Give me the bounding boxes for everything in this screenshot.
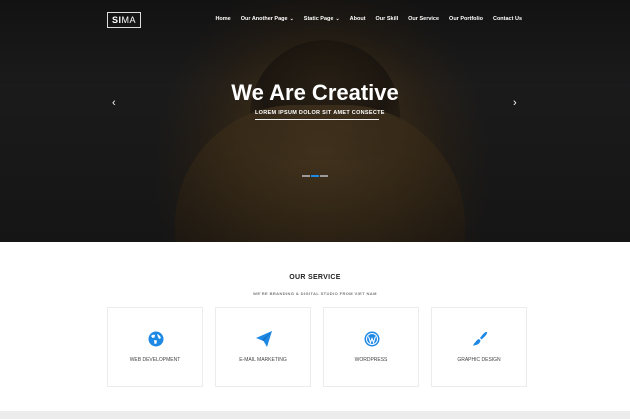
- service-label: WORDPRESS: [354, 357, 388, 363]
- service-label: WEB DEVELOPMENT: [129, 357, 181, 363]
- chevron-down-icon: ⌄: [289, 16, 294, 22]
- nav-item-our-service[interactable]: Our Service: [408, 16, 439, 22]
- site-logo[interactable]: SIMA: [107, 12, 142, 28]
- globe-icon: [148, 331, 164, 347]
- nav-item-our-portfolio[interactable]: Our Portfolio: [449, 16, 483, 22]
- nav-item-home[interactable]: Home: [215, 16, 230, 22]
- service-card-web-development[interactable]: WEB DEVELOPMENT: [107, 307, 203, 387]
- nav-item-our-skill[interactable]: Our Skill: [376, 16, 399, 22]
- chevron-down-icon: ⌄: [335, 16, 340, 22]
- service-card-wordpress[interactable]: WORDPRESS: [323, 307, 419, 387]
- slider-dot-active[interactable]: [311, 175, 319, 177]
- slider-dot[interactable]: [302, 175, 310, 177]
- slider-dots: [302, 175, 328, 177]
- wordpress-icon: [364, 331, 380, 347]
- service-card-graphic-design[interactable]: GRAPHIC DESIGN: [431, 307, 527, 387]
- service-label: GRAPHIC DESIGN: [457, 357, 501, 363]
- hero-slider: SIMA Home Our Another Page ⌄ Static Page ⌄…: [0, 0, 630, 242]
- services-title: OUR SERVICE: [289, 274, 341, 281]
- nav-item-static-page[interactable]: Static Page ⌄: [304, 16, 340, 22]
- nav-item-our-another-page[interactable]: Our Another Page ⌄: [241, 16, 294, 22]
- nav-item-contact-us[interactable]: Contact Us: [493, 16, 522, 22]
- paint-brush-icon: [473, 331, 488, 346]
- main-nav: Home Our Another Page ⌄ Static Page ⌄ Abou…: [215, 16, 522, 22]
- nav-item-about[interactable]: About: [350, 16, 366, 22]
- footer-strip: [0, 411, 630, 419]
- services-subtitle: WE'RE BRANDING & DIGITAL STUDIO FROM VIE…: [253, 291, 377, 296]
- paper-plane-icon: [256, 331, 272, 347]
- service-card-email-marketing[interactable]: E-MAIL MARKETING: [215, 307, 311, 387]
- hero-subtitle: LOREM IPSUM DOLOR SIT AMET CONSECTE: [255, 110, 384, 120]
- slider-dot[interactable]: [320, 175, 328, 177]
- service-label: E-MAIL MARKETING: [239, 357, 287, 363]
- hero-title: We Are Creative: [231, 80, 399, 105]
